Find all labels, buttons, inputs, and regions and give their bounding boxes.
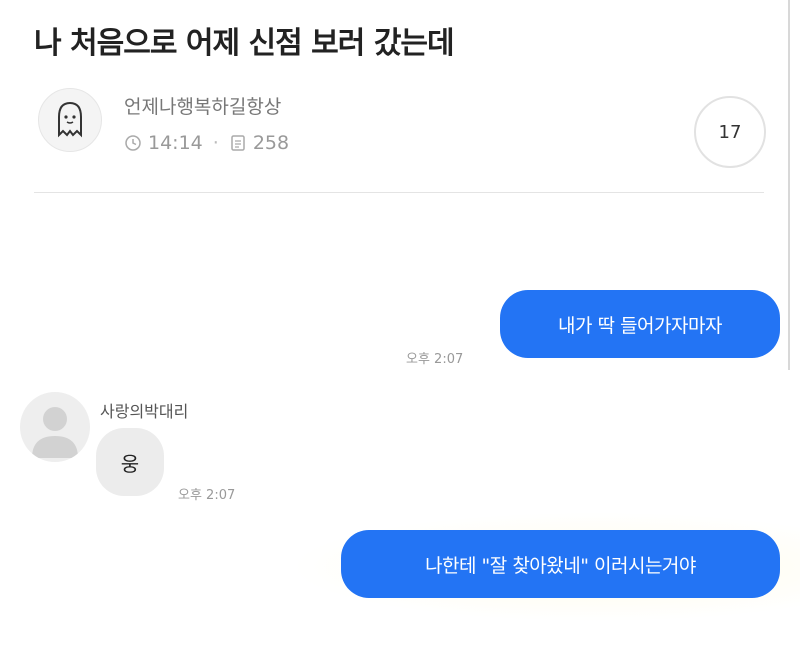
clock-icon [125, 135, 141, 151]
sender-name: 사랑의박대리 [100, 402, 189, 421]
outgoing-message: 내가 딱 들어가자마자 [500, 290, 780, 358]
sender-avatar [20, 392, 90, 462]
divider [34, 192, 764, 193]
document-icon [231, 135, 245, 151]
view-count: 258 [252, 132, 290, 154]
message-time: 오후 2:07 [178, 488, 236, 503]
post-time: 14:14 [148, 132, 203, 154]
post-meta: 14:14 · 258 [124, 132, 289, 154]
message-time: 오후 2:07 [406, 352, 464, 367]
user-silhouette-icon [32, 407, 78, 458]
chat-screenshot: 내가 딱 들어가자마자 오후 2:07 사랑의박대리 웅 오후 2:07 나한테… [0, 200, 800, 663]
author-avatar[interactable] [38, 88, 102, 152]
post-title: 나 처음으로 어제 신점 보러 갔는데 [34, 26, 455, 61]
post-header: 나 처음으로 어제 신점 보러 갔는데 언제나행복하길항상 14:14 · 25… [0, 0, 800, 200]
comment-count-button[interactable]: 17 [694, 96, 766, 168]
outgoing-message: 나한테 "잘 찾아왔네" 이러시는거야 [341, 530, 780, 598]
incoming-message: 웅 [96, 428, 164, 496]
author-name[interactable]: 언제나행복하길항상 [124, 92, 281, 119]
meta-separator: · [212, 132, 219, 154]
ghost-icon [58, 101, 82, 138]
